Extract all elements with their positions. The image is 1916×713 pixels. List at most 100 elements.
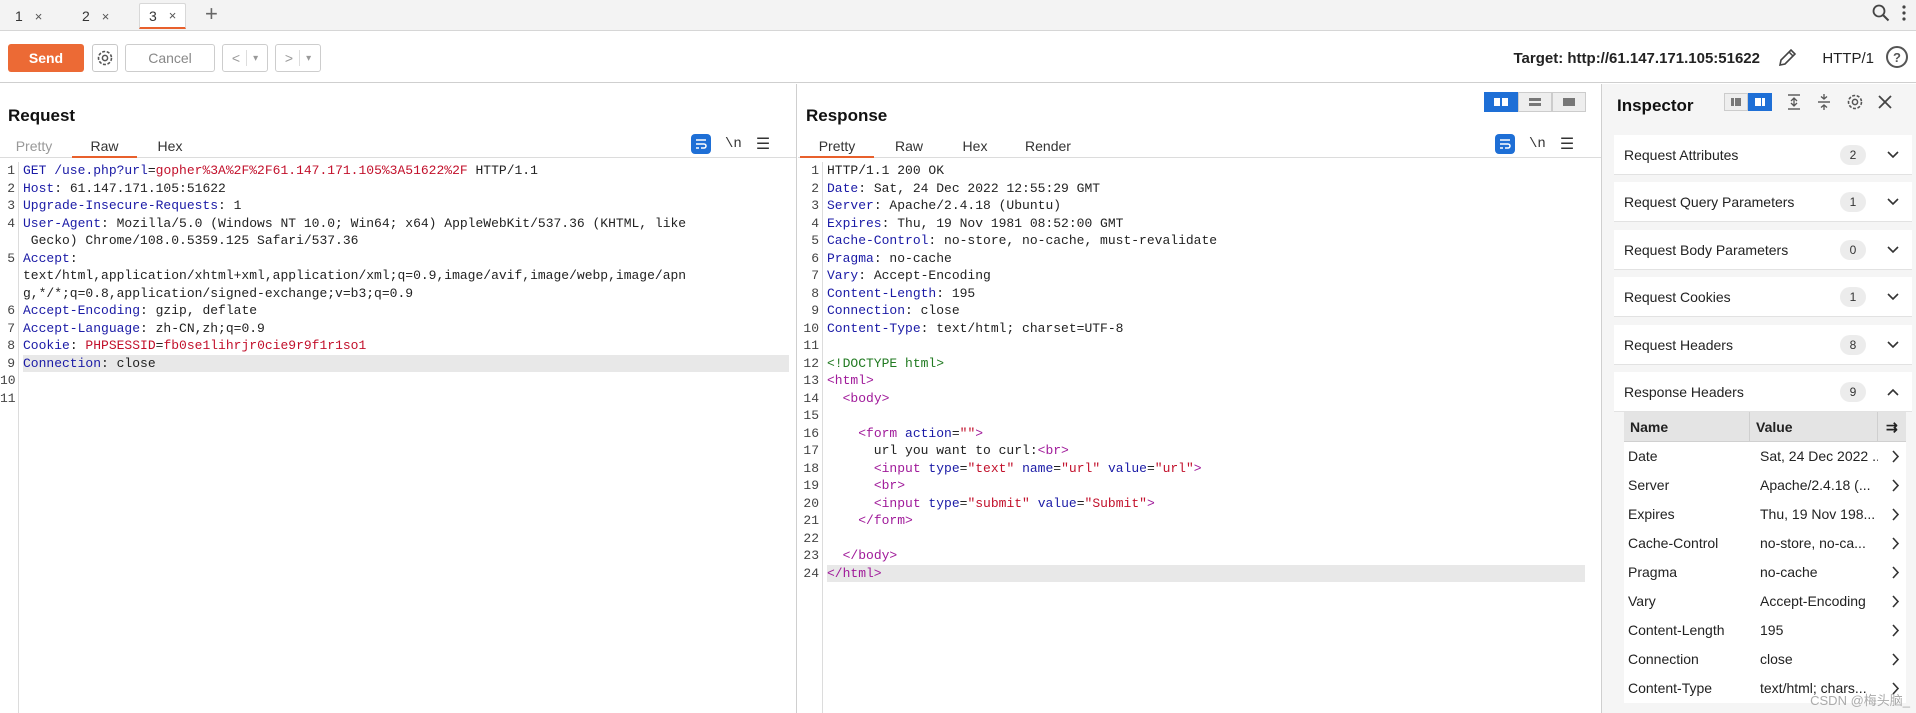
table-row[interactable]: Server Apache/2.4.18 (... <box>1624 471 1906 500</box>
cancel-button[interactable]: Cancel <box>125 44 215 72</box>
layout-side-by-side-button[interactable] <box>1484 92 1518 112</box>
table-row[interactable]: Pragma no-cache <box>1624 558 1906 587</box>
table-row[interactable]: Cache-Control no-store, no-ca... <box>1624 529 1906 558</box>
request-editor[interactable]: 1 GET /use.php?url=gopher%3A%2F%2F61.147.… <box>0 162 796 713</box>
code-line[interactable]: 8 Content-Length: 195 <box>798 285 1601 303</box>
back-button[interactable]: < ▾ <box>222 44 268 72</box>
table-row[interactable]: Connection close <box>1624 645 1906 674</box>
code-line[interactable]: 2 Date: Sat, 24 Dec 2022 12:55:29 GMT <box>798 180 1601 198</box>
code-line[interactable]: text/html,application/xhtml+xml,applicat… <box>0 267 796 285</box>
tab-raw[interactable]: Raw <box>893 136 925 158</box>
code-line[interactable]: Gecko) Chrome/108.0.5359.125 Safari/537.… <box>0 232 796 250</box>
code-line[interactable]: 24 </html> <box>798 564 1601 582</box>
tab-render[interactable]: Render <box>1023 136 1073 158</box>
help-icon[interactable]: ? <box>1886 46 1908 68</box>
chevron-right-icon[interactable] <box>1890 442 1900 474</box>
close-icon[interactable]: × <box>102 9 110 24</box>
code-line[interactable]: 11 <box>798 337 1601 355</box>
tab-pretty[interactable]: Pretty <box>800 136 874 158</box>
table-row[interactable]: Expires Thu, 19 Nov 198... <box>1624 500 1906 529</box>
layout-stacked-button[interactable] <box>1518 92 1552 112</box>
code-line[interactable]: 14 <body> <box>798 390 1601 408</box>
table-row[interactable]: Content-Length 195 <box>1624 616 1906 645</box>
response-editor[interactable]: 1 HTTP/1.1 200 OK 2 Date: Sat, 24 Dec 2022 … <box>798 162 1601 713</box>
tab-3[interactable]: 3 × <box>139 3 187 29</box>
inspector-layout-right-button[interactable] <box>1748 93 1772 111</box>
code-line[interactable]: 15 <box>798 407 1601 425</box>
code-line[interactable]: 1 GET /use.php?url=gopher%3A%2F%2F61.147.… <box>0 162 796 180</box>
tab-raw[interactable]: Raw <box>72 136 137 158</box>
close-icon[interactable]: × <box>169 8 177 23</box>
code-line[interactable]: 8 Cookie: PHPSESSID=fb0se1lihrjr0cie9r9f1… <box>0 337 796 355</box>
menu-icon[interactable]: ☰ <box>756 134 770 154</box>
code-line[interactable]: 9 Connection: close <box>0 354 796 372</box>
show-newlines-toggle[interactable]: \n <box>1529 136 1546 152</box>
search-icon[interactable] <box>1872 4 1890 22</box>
code-line[interactable]: 19 <br> <box>798 477 1601 495</box>
forward-button[interactable]: > ▾ <box>275 44 321 72</box>
code-line[interactable]: 12 <!DOCTYPE html> <box>798 355 1601 373</box>
show-newlines-toggle[interactable]: \n <box>725 136 742 152</box>
chevron-right-icon[interactable] <box>1890 645 1900 677</box>
chevron-right-icon[interactable] <box>1890 587 1900 619</box>
tab-hex[interactable]: Hex <box>152 136 188 158</box>
tab-hex[interactable]: Hex <box>960 136 990 158</box>
code-line[interactable]: 3 Server: Apache/2.4.18 (Ubuntu) <box>798 197 1601 215</box>
chevron-right-icon[interactable] <box>1890 471 1900 503</box>
edit-target-icon[interactable] <box>1776 47 1798 69</box>
chevron-right-icon[interactable] <box>1890 558 1900 590</box>
section-request-attributes[interactable]: Request Attributes 2 <box>1614 135 1912 175</box>
code-line[interactable]: 4 Expires: Thu, 19 Nov 1981 08:52:00 GMT <box>798 215 1601 233</box>
code-line[interactable]: 1 HTTP/1.1 200 OK <box>798 162 1601 180</box>
section-request-body-parameters[interactable]: Request Body Parameters 0 <box>1614 230 1912 270</box>
add-tab-button[interactable]: + <box>205 1 218 27</box>
section-request-headers[interactable]: Request Headers 8 <box>1614 325 1912 365</box>
layout-tabs-button[interactable] <box>1552 92 1586 112</box>
code-line[interactable]: 9 Connection: close <box>798 302 1601 320</box>
gear-icon[interactable] <box>1846 93 1864 111</box>
code-line[interactable]: 21 </form> <box>798 512 1601 530</box>
tab-2[interactable]: 2 × <box>73 3 118 29</box>
wrap-lines-icon[interactable] <box>1495 134 1515 154</box>
table-row[interactable]: Date Sat, 24 Dec 2022 ... <box>1624 442 1906 471</box>
chevron-right-icon[interactable] <box>1890 500 1900 532</box>
wrap-icon[interactable]: ⇉ <box>1878 412 1906 441</box>
code-line[interactable]: 17 url you want to curl:<br> <box>798 442 1601 460</box>
code-line[interactable]: 3 Upgrade-Insecure-Requests: 1 <box>0 197 796 215</box>
column-value[interactable]: Value <box>1750 412 1878 441</box>
wrap-lines-icon[interactable] <box>691 134 711 154</box>
code-line[interactable]: 23 </body> <box>798 547 1601 565</box>
code-line[interactable]: 20 <input type="submit" value="Submit"> <box>798 495 1601 513</box>
section-response-headers[interactable]: Response Headers 9 <box>1614 372 1912 412</box>
collapse-all-icon[interactable] <box>1816 93 1832 111</box>
section-request-query-parameters[interactable]: Request Query Parameters 1 <box>1614 182 1912 222</box>
chevron-right-icon[interactable] <box>1890 616 1900 648</box>
chevron-right-icon[interactable] <box>1890 529 1900 561</box>
code-line[interactable]: 22 <box>798 530 1601 548</box>
code-line[interactable]: 13 <html> <box>798 372 1601 390</box>
code-line[interactable]: 11 <box>0 390 796 408</box>
expand-all-icon[interactable] <box>1786 93 1802 111</box>
section-request-cookies[interactable]: Request Cookies 1 <box>1614 277 1912 317</box>
code-line[interactable]: 4 User-Agent: Mozilla/5.0 (Windows NT 10.… <box>0 215 796 233</box>
code-line[interactable]: 2 Host: 61.147.171.105:51622 <box>0 180 796 198</box>
chevron-down-icon[interactable]: ▾ <box>306 53 311 64</box>
code-line[interactable]: 5 Accept: <box>0 250 796 268</box>
tab-pretty[interactable]: Pretty <box>14 136 54 158</box>
code-line[interactable]: 6 Accept-Encoding: gzip, deflate <box>0 302 796 320</box>
menu-icon[interactable]: ☰ <box>1560 134 1574 154</box>
table-row[interactable]: Vary Accept-Encoding <box>1624 587 1906 616</box>
code-line[interactable]: 18 <input type="text" name="url" value="… <box>798 460 1601 478</box>
send-button[interactable]: Send <box>8 44 84 72</box>
code-line[interactable]: 6 Pragma: no-cache <box>798 250 1601 268</box>
code-line[interactable]: 7 Accept-Language: zh-CN,zh;q=0.9 <box>0 320 796 338</box>
code-line[interactable]: 7 Vary: Accept-Encoding <box>798 267 1601 285</box>
column-name[interactable]: Name <box>1624 412 1750 441</box>
tab-1[interactable]: 1 × <box>6 3 51 29</box>
code-line[interactable]: g,*/*;q=0.8,application/signed-exchange;… <box>0 285 796 303</box>
inspector-layout-left-button[interactable] <box>1724 93 1748 111</box>
code-line[interactable]: 10 <box>0 372 796 390</box>
code-line[interactable]: 5 Cache-Control: no-store, no-cache, must… <box>798 232 1601 250</box>
close-icon[interactable]: × <box>35 9 43 24</box>
settings-button[interactable] <box>92 44 118 72</box>
